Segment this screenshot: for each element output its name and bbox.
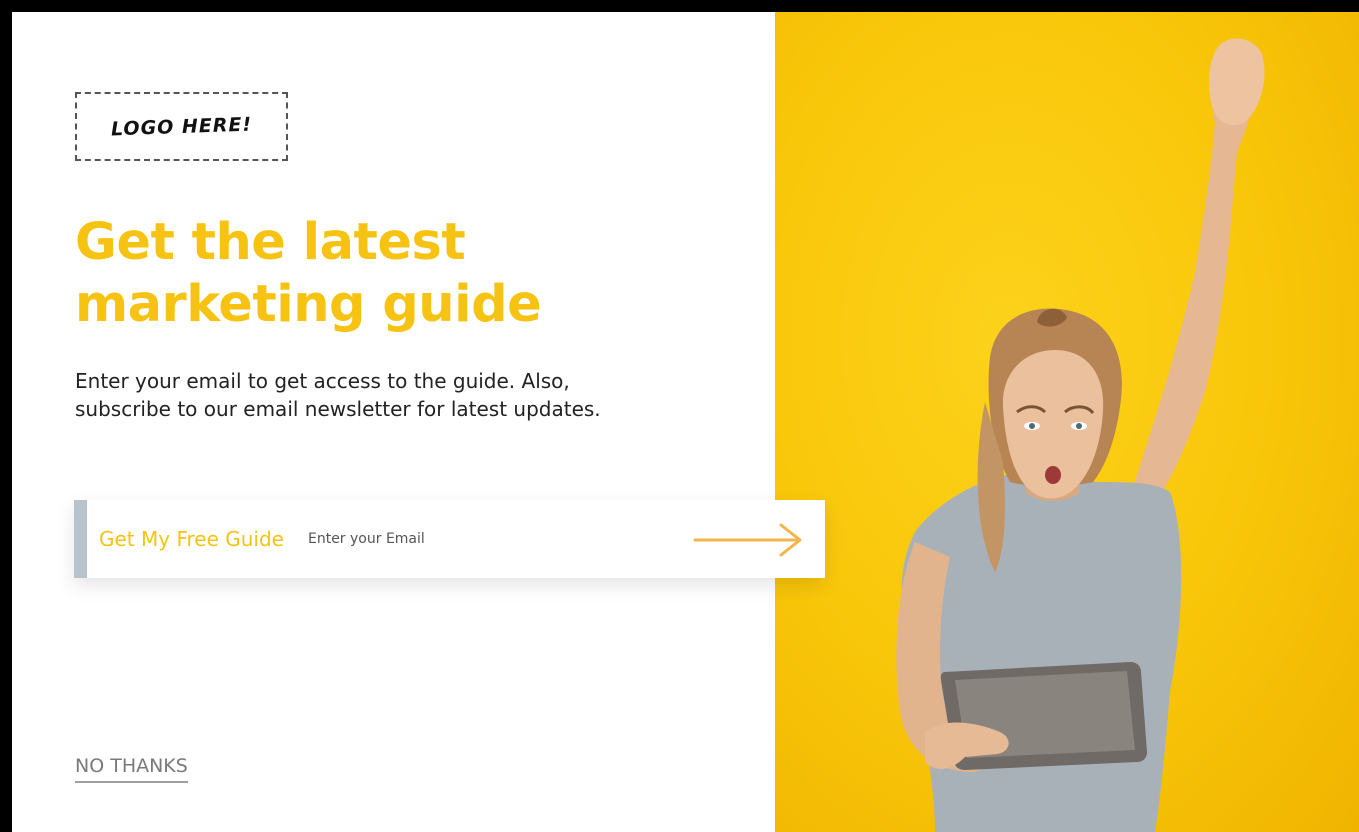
logo-text: LOGO HERE! — [110, 113, 253, 140]
submit-button[interactable] — [693, 522, 805, 558]
headline-line-2: marketing guide — [75, 275, 542, 334]
signup-popup: LOGO HERE! Get the latest marketing guid… — [12, 12, 1359, 832]
form-accent-bar — [74, 500, 87, 578]
description-line-2: subscribe to our email newsletter for la… — [75, 397, 601, 421]
page-title: Get the latest marketing guide — [75, 212, 715, 336]
description: Enter your email to get access to the gu… — [75, 367, 715, 423]
logo-placeholder: LOGO HERE! — [75, 92, 288, 161]
excited-woman-illustration — [896, 38, 1265, 832]
hero-photo — [775, 12, 1359, 832]
description-line-1: Enter your email to get access to the gu… — [75, 369, 570, 393]
email-field[interactable] — [307, 531, 638, 547]
form-label: Get My Free Guide — [99, 527, 284, 551]
no-thanks-link[interactable]: NO THANKS — [75, 755, 188, 783]
headline-line-1: Get the latest — [75, 213, 466, 272]
arrow-right-icon — [693, 523, 802, 557]
email-signup-form: Get My Free Guide — [74, 500, 825, 578]
